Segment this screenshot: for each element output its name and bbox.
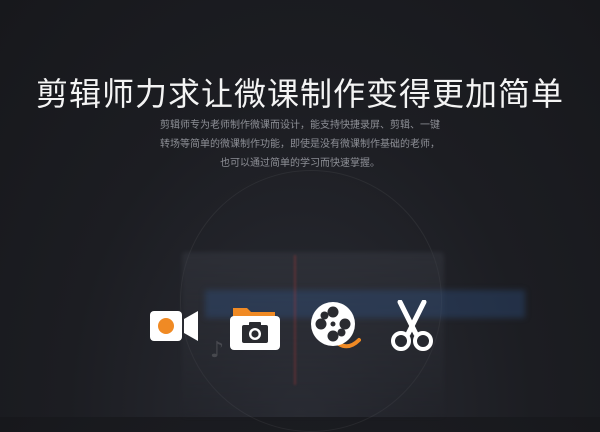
- folder-camera-icon[interactable]: [229, 300, 281, 352]
- description-line: 也可以通过简单的学习而快速掌握。: [220, 158, 380, 169]
- intro-description: 剪辑师专为老师制作微课而设计，能支持快捷录屏、剪辑、一键 转场等简单的微课制作功…: [150, 116, 450, 173]
- film-reel-icon[interactable]: [309, 300, 361, 352]
- feature-icon-row: [0, 299, 600, 352]
- description-line: 剪辑师专为老师制作微课而设计，能支持快捷录屏、剪辑、一键: [160, 120, 440, 131]
- scissors-icon[interactable]: [386, 299, 438, 352]
- video-camera-icon[interactable]: [148, 300, 200, 352]
- page-headline: 剪辑师力求让微课制作变得更加简单: [35, 75, 564, 114]
- description-line: 转场等简单的微课制作功能，即使是没有微课制作基础的老师，: [160, 139, 440, 150]
